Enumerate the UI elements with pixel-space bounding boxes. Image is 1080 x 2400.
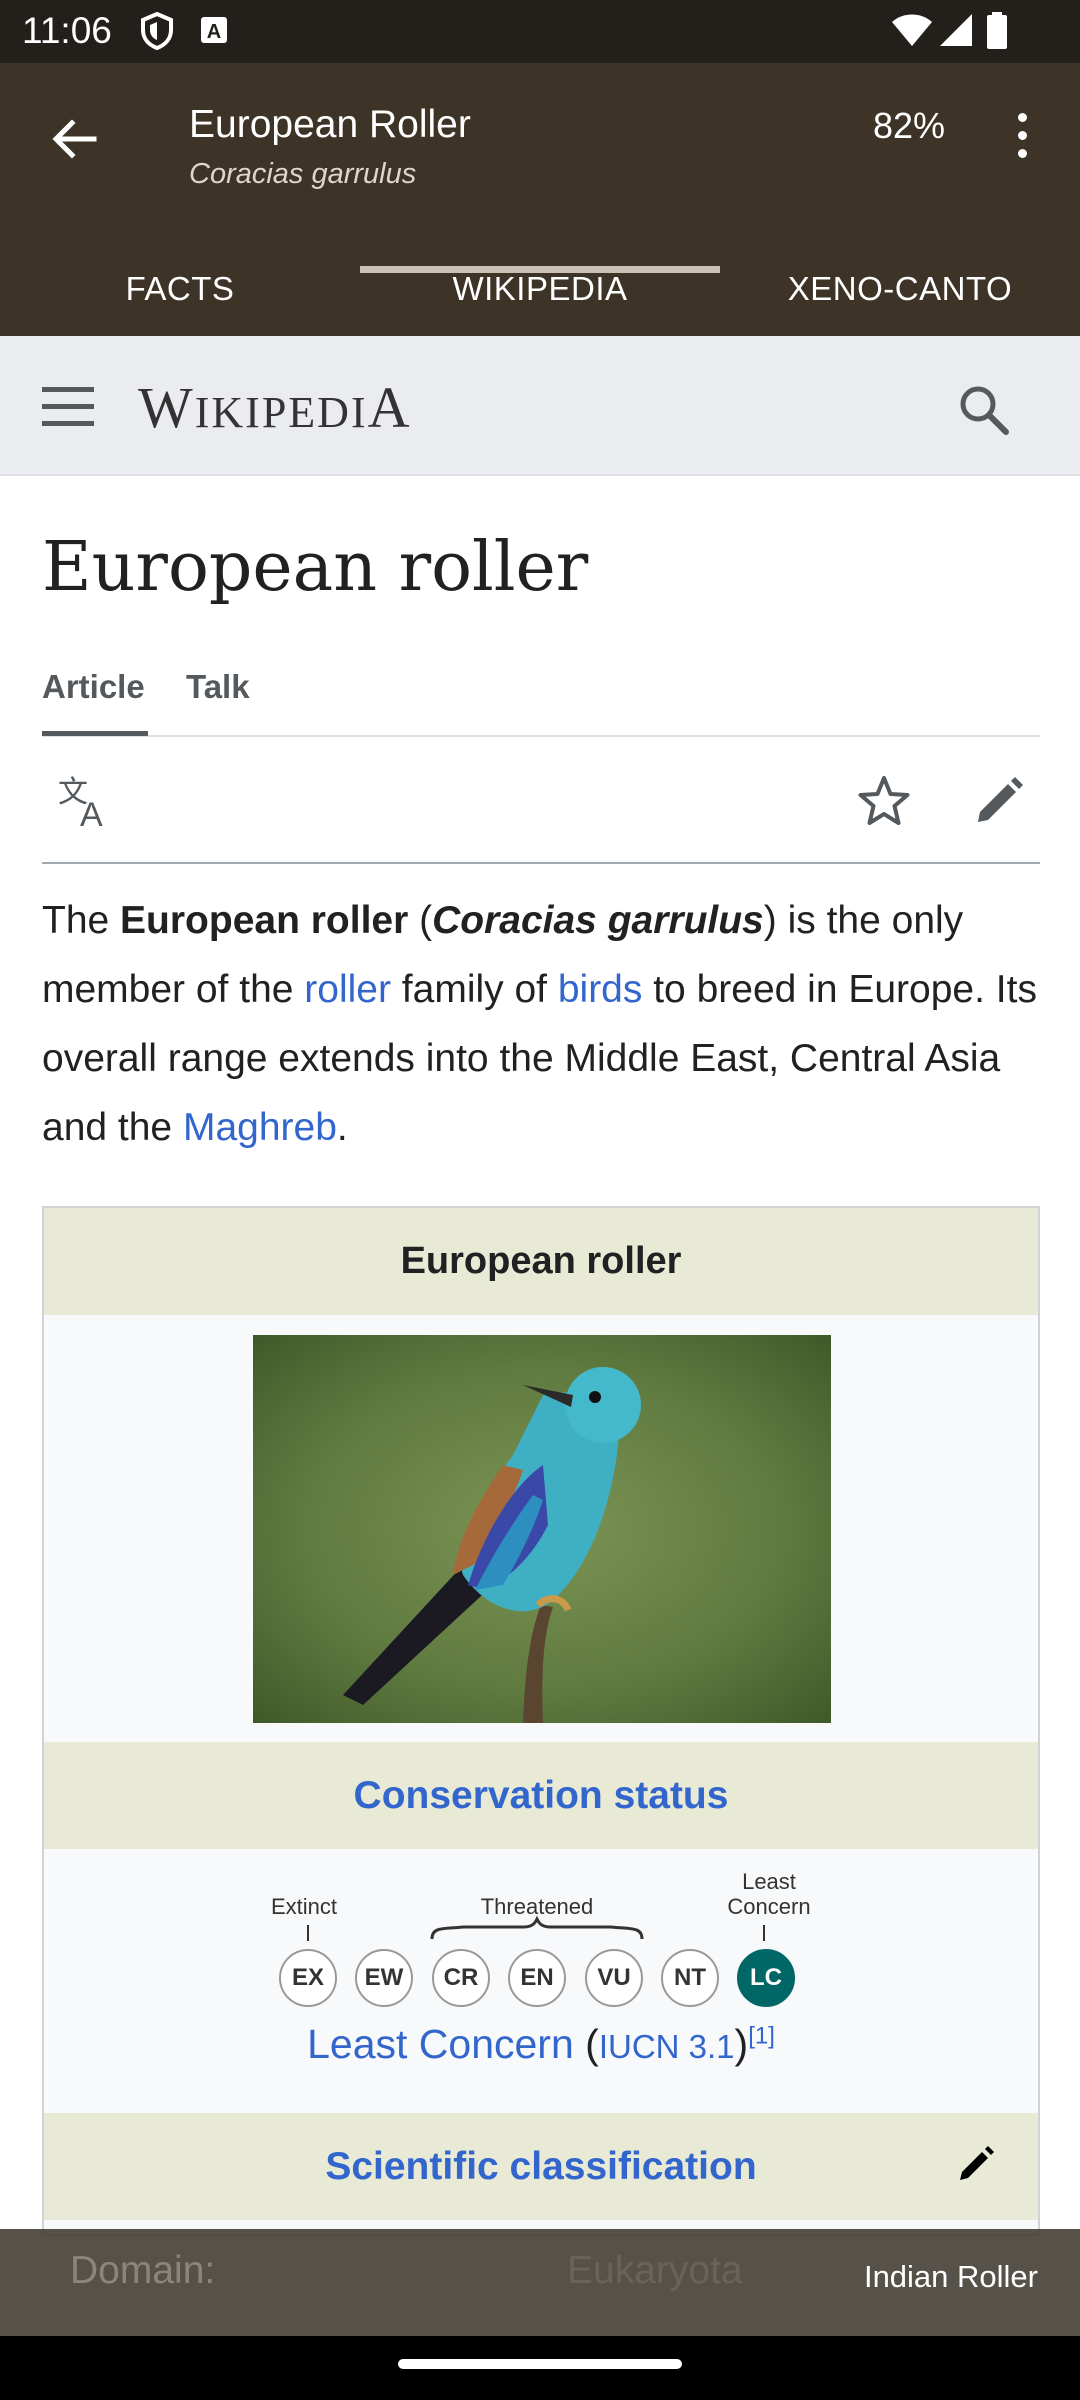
text: The: [42, 899, 121, 942]
link-roller[interactable]: roller: [304, 968, 391, 1011]
scientific-classification-heading[interactable]: Scientific classification: [44, 2113, 1038, 2220]
battery-icon: [987, 12, 1007, 49]
bird-photo[interactable]: [253, 1335, 831, 1723]
notification-a-icon: A: [201, 17, 227, 43]
domain-value: Eukaryota: [567, 2249, 743, 2292]
shield-icon: [141, 12, 173, 50]
language-icon[interactable]: 文 A: [56, 774, 112, 830]
conservation-scale[interactable]: Extinct Threatened Least Concern EX EW C…: [44, 1849, 1038, 2119]
tab-wikipedia[interactable]: WIKIPEDIA: [360, 241, 720, 336]
status-ew: EW: [355, 1949, 413, 2007]
link-maghreb[interactable]: Maghreb: [183, 1106, 337, 1149]
svg-text:A: A: [80, 796, 103, 830]
species-title: European Roller: [189, 103, 471, 146]
status-nt: NT: [661, 1949, 719, 2007]
status-bar: 11:06 A: [0, 0, 1080, 63]
scale-brackets: [307, 1915, 765, 1941]
reference-link[interactable]: [1]: [748, 2022, 775, 2049]
domain-label: Domain:: [70, 2249, 216, 2292]
next-species-button[interactable]: Indian Roller: [864, 2259, 1038, 2295]
lead-paragraph: The European roller (Coracias garrulus) …: [42, 886, 1042, 1162]
edit-pencil-icon[interactable]: [968, 772, 1028, 832]
tab-article[interactable]: Article: [42, 668, 145, 706]
status-lc: LC: [737, 1949, 795, 2007]
clock: 11:06: [22, 10, 112, 51]
bold-term: European roller: [120, 899, 409, 942]
home-gesture-handle[interactable]: [398, 2359, 682, 2369]
menu-icon[interactable]: [42, 387, 94, 427]
signal-icon: [940, 14, 972, 46]
edit-classification-icon[interactable]: [954, 2142, 998, 2186]
back-arrow-icon[interactable]: [44, 109, 104, 169]
next-species-bar[interactable]: Domain: Eukaryota Indian Roller: [0, 2229, 1080, 2336]
svg-text:A: A: [207, 21, 221, 43]
species-scientific-name: Coracias garrulus: [189, 158, 417, 190]
divider: [42, 735, 1040, 737]
tab-facts[interactable]: FACTS: [0, 241, 360, 336]
tab-indicator: [360, 266, 720, 273]
wikipedia-logo[interactable]: WIKIPEDIA: [138, 374, 412, 441]
conservation-status-heading[interactable]: Conservation status: [44, 1742, 1038, 1849]
navigation-bar: [0, 2336, 1080, 2400]
tab-xeno-canto[interactable]: XENO-CANTO: [720, 241, 1080, 336]
text: family of: [390, 968, 558, 1011]
status-link[interactable]: Least Concern: [307, 2021, 574, 2067]
page-title: European roller: [42, 528, 589, 607]
infobox-title: European roller: [44, 1208, 1038, 1315]
status-vu: VU: [585, 1949, 643, 2007]
iucn-link[interactable]: IUCN 3.1: [599, 2028, 735, 2065]
divider: [42, 862, 1040, 864]
bold-italic-term: Coracias garrulus: [432, 899, 764, 942]
wikipedia-header: WIKIPEDIA: [0, 336, 1080, 476]
more-options-icon[interactable]: [1010, 113, 1034, 173]
tab-bar: FACTS WIKIPEDIA XENO-CANTO: [0, 241, 1080, 336]
status-en: EN: [508, 1949, 566, 2007]
link-birds[interactable]: birds: [558, 968, 643, 1011]
zoom-level[interactable]: 82%: [873, 105, 945, 147]
tab-talk[interactable]: Talk: [186, 668, 250, 706]
status-line: Least Concern (IUCN 3.1)[1]: [307, 2021, 775, 2067]
app-bar: European Roller Coracias garrulus 82% FA…: [0, 63, 1080, 336]
text: .: [336, 1106, 348, 1149]
status-ex: EX: [279, 1949, 337, 2007]
status-cr: CR: [432, 1949, 490, 2007]
wifi-icon: [892, 14, 932, 46]
infobox: European roller Conservation status Exti…: [42, 1206, 1040, 2236]
active-tab-underline: [42, 731, 148, 736]
search-icon[interactable]: [956, 382, 1012, 438]
watch-star-icon[interactable]: [854, 772, 914, 832]
text: (: [408, 899, 433, 942]
